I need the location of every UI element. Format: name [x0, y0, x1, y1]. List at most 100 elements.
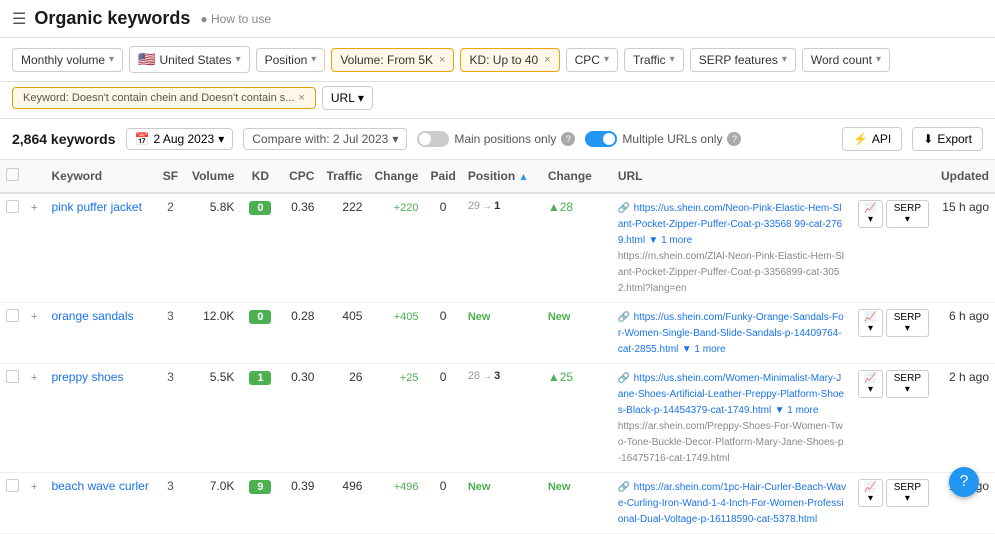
top-bar: ☰ Organic keywords ● How to use [0, 0, 995, 38]
url-link-secondary[interactable]: https://ar.shein.com/Preppy-Shoes-For-Wo… [618, 421, 844, 464]
serp-button[interactable]: SERP ▾ [886, 309, 929, 337]
serp-features-filter[interactable]: SERP features ▾ [690, 48, 796, 72]
traffic-col-header[interactable]: Traffic [320, 160, 368, 193]
multiple-urls-help-icon[interactable]: ? [727, 132, 741, 146]
select-all-checkbox-header[interactable] [0, 160, 25, 193]
url-link[interactable]: https://ar.shein.com/1pc-Hair-Curler-Bea… [618, 482, 846, 525]
paid-col-header[interactable]: Paid [424, 160, 461, 193]
keyword-col-header[interactable]: Keyword [45, 160, 155, 193]
plus-icon[interactable]: + [31, 311, 37, 323]
kd-badge: 9 [249, 480, 271, 494]
sf-value: 3 [167, 309, 174, 323]
row-checkbox[interactable] [6, 479, 19, 492]
date-picker[interactable]: 📅 2 Aug 2023 ▾ [126, 128, 234, 150]
position-filter[interactable]: Position ▾ [256, 48, 326, 72]
chevron-down-icon: ▾ [109, 54, 114, 65]
compare-picker[interactable]: Compare with: 2 Jul 2023 ▾ [243, 128, 407, 150]
expand-cell[interactable]: + [25, 473, 45, 534]
row-checkbox-cell[interactable] [0, 193, 25, 303]
keyword-cell: pink puffer jacket [45, 193, 155, 303]
url-link[interactable]: https://us.shein.com/Funky-Orange-Sandal… [618, 312, 844, 355]
serp-button[interactable]: SERP ▾ [886, 200, 929, 228]
url-more-link[interactable]: ▼ 1 more [682, 344, 726, 355]
keywords-table-container: Keyword SF Volume KD CPC Traffic Change … [0, 160, 995, 534]
updated-value: 2 h ago [949, 370, 989, 384]
updated-col-header[interactable]: Updated [935, 160, 995, 193]
api-button[interactable]: ⚡ API [842, 127, 902, 151]
traffic-filter[interactable]: Traffic ▾ [624, 48, 684, 72]
menu-icon[interactable]: ☰ [12, 9, 26, 29]
cpc-cell: 0.28 [280, 303, 320, 364]
monthly-volume-filter[interactable]: Monthly volume ▾ [12, 48, 123, 72]
table-row: + orange sandals 3 12.0K 0 0.28 405 +405… [0, 303, 995, 364]
pos-change-new: New [548, 481, 571, 493]
plus-icon[interactable]: + [31, 202, 37, 214]
volume-filter-tag: Volume: From 5K × [331, 48, 454, 72]
keywords-table: Keyword SF Volume KD CPC Traffic Change … [0, 160, 995, 534]
url-more-link[interactable]: ▼ 1 more [775, 405, 819, 416]
main-positions-toggle[interactable] [417, 131, 449, 147]
plus-icon[interactable]: + [31, 372, 37, 384]
help-float-button[interactable]: ? [949, 467, 979, 497]
url-col-header[interactable]: URL [612, 160, 852, 193]
main-positions-help-icon[interactable]: ? [561, 132, 575, 146]
sf-col-header[interactable]: SF [155, 160, 185, 193]
pos-change-col-header[interactable]: Change [542, 160, 612, 193]
chart-button[interactable]: 📈▾ [858, 479, 883, 507]
expand-cell[interactable]: + [25, 193, 45, 303]
remove-volume-filter-icon[interactable]: × [439, 54, 445, 66]
word-count-filter[interactable]: Word count ▾ [802, 48, 890, 72]
chevron-down-icon: ▾ [311, 54, 316, 65]
select-all-checkbox[interactable] [6, 168, 19, 181]
row-checkbox-cell[interactable] [0, 364, 25, 473]
chart-button[interactable]: 📈▾ [858, 370, 883, 398]
keyword-cell: beach wave curler [45, 473, 155, 534]
remove-keyword-filter-icon[interactable]: × [298, 92, 304, 104]
remove-kd-filter-icon[interactable]: × [544, 54, 550, 66]
multiple-urls-toggle[interactable] [585, 131, 617, 147]
volume-value: 12.0K [203, 309, 234, 323]
expand-cell[interactable]: + [25, 303, 45, 364]
country-filter[interactable]: 🇺🇸 United States ▾ [129, 46, 250, 73]
url-icon: 🔗 [618, 373, 630, 384]
volume-col-header[interactable]: Volume [185, 160, 240, 193]
position-col-header[interactable]: Position ▲ [462, 160, 542, 193]
actions-col-header [852, 160, 935, 193]
help-link[interactable]: ● How to use [200, 12, 271, 26]
keyword-link[interactable]: beach wave curler [51, 479, 148, 493]
pos-to: 1 [494, 200, 500, 212]
chart-button[interactable]: 📈▾ [858, 200, 883, 228]
url-filter[interactable]: URL ▾ [322, 86, 373, 110]
expand-cell[interactable]: + [25, 364, 45, 473]
traffic-change-value: +496 [394, 481, 419, 493]
position-flow: 29 → 1 [468, 200, 536, 212]
url-link-secondary[interactable]: https://m.shein.com/ZlAl-Neon-Pink-Elast… [618, 251, 844, 294]
url-more-link[interactable]: ▼ 1 more [648, 235, 692, 246]
row-checkbox-cell[interactable] [0, 303, 25, 364]
cpc-filter[interactable]: CPC ▾ [566, 48, 618, 72]
row-checkbox[interactable] [6, 200, 19, 213]
serp-button[interactable]: SERP ▾ [886, 370, 929, 398]
keyword-link[interactable]: preppy shoes [51, 370, 123, 384]
cpc-value: 0.28 [291, 309, 314, 323]
traffic-change-col-header[interactable]: Change [368, 160, 424, 193]
chart-button[interactable]: 📈▾ [858, 309, 883, 337]
row-checkbox[interactable] [6, 370, 19, 383]
cpc-col-header[interactable]: CPC [280, 160, 320, 193]
volume-cell: 5.5K [185, 364, 240, 473]
cpc-cell: 0.30 [280, 364, 320, 473]
new-badge: New [468, 481, 491, 493]
plus-icon[interactable]: + [31, 481, 37, 493]
traffic-cell: 496 [320, 473, 368, 534]
row-checkbox-cell[interactable] [0, 473, 25, 534]
url-icon: 🔗 [618, 203, 630, 214]
cpc-value: 0.30 [291, 370, 314, 384]
kd-cell: 1 [240, 364, 280, 473]
row-checkbox[interactable] [6, 309, 19, 322]
kd-col-header[interactable]: KD [240, 160, 280, 193]
keyword-link[interactable]: orange sandals [51, 309, 133, 323]
export-button[interactable]: ⬇ Export [912, 127, 983, 151]
keyword-link[interactable]: pink puffer jacket [51, 200, 142, 214]
traffic-change-value: +220 [394, 202, 419, 214]
serp-button[interactable]: SERP ▾ [886, 479, 929, 507]
